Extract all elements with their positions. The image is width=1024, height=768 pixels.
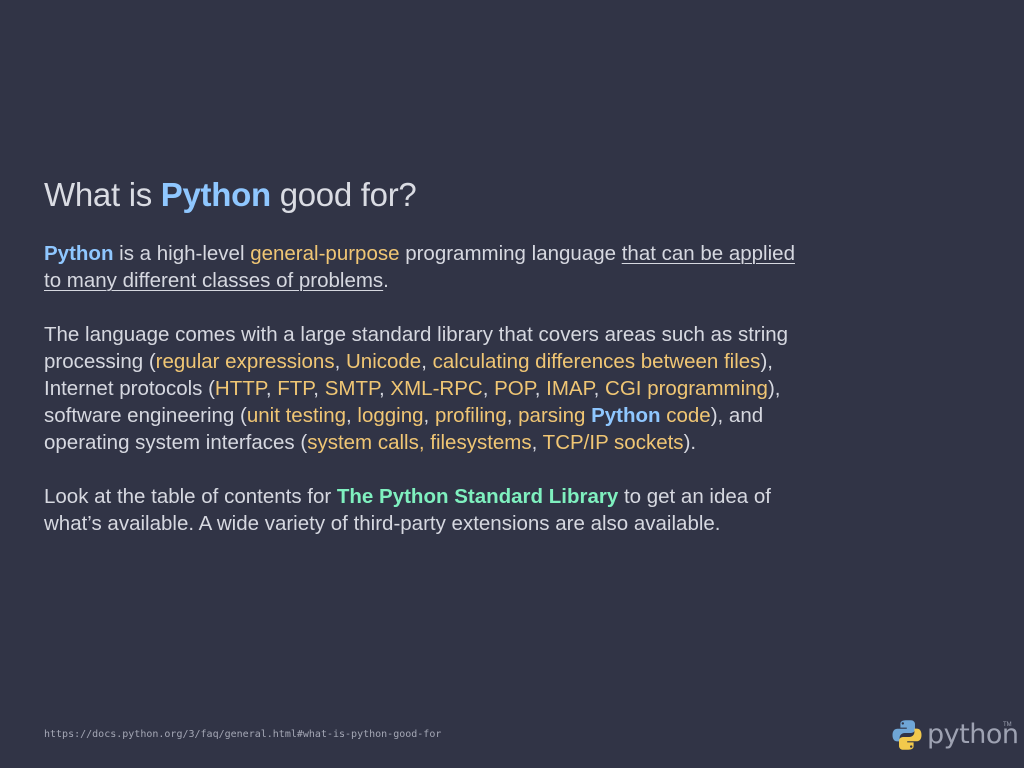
separator: , bbox=[531, 431, 543, 454]
standard-library-link[interactable]: The Python Standard Library bbox=[337, 485, 618, 508]
python-term: Python bbox=[591, 404, 661, 427]
library-line-1: Look at the table of contents for The Py… bbox=[44, 483, 844, 510]
filesystems-link[interactable]: filesystems bbox=[430, 431, 531, 454]
applied-problems-link[interactable]: that can be applied bbox=[622, 242, 795, 265]
smtp-link[interactable]: SMTP bbox=[325, 377, 379, 400]
difflib-link[interactable]: calculating differences between files bbox=[433, 350, 761, 373]
separator: , bbox=[379, 377, 391, 400]
separator: , bbox=[418, 431, 431, 454]
stdlib-line-3: Internet protocols (HTTP, FTP, SMTP, XML… bbox=[44, 375, 844, 402]
separator: , bbox=[265, 377, 278, 400]
separator: , bbox=[334, 350, 346, 373]
slide-title: What is Python good for? bbox=[44, 174, 417, 216]
stdlib-line-2: processing (regular expressions, Unicode… bbox=[44, 348, 844, 375]
intro-line-1: Python is a high-level general-purpose p… bbox=[44, 240, 844, 267]
paragraph-library: Look at the table of contents for The Py… bbox=[44, 483, 844, 537]
python-logo-icon bbox=[892, 720, 922, 750]
intro-line-2: to many different classes of problems. bbox=[44, 267, 844, 294]
stdlib-line-1: The language comes with a large standard… bbox=[44, 323, 789, 346]
parsing-code-link[interactable]: code bbox=[661, 404, 710, 427]
separator: ), bbox=[760, 350, 773, 373]
stdlib-text: operating system interfaces ( bbox=[44, 431, 308, 454]
stdlib-text: Internet protocols ( bbox=[44, 377, 215, 400]
source-url[interactable]: https://docs.python.org/3/faq/general.ht… bbox=[44, 729, 441, 740]
separator: , bbox=[421, 350, 433, 373]
general-purpose-link[interactable]: general-purpose bbox=[250, 242, 399, 265]
separator: , bbox=[313, 377, 325, 400]
unicode-link[interactable]: Unicode bbox=[346, 350, 421, 373]
stdlib-text: software engineering ( bbox=[44, 404, 247, 427]
trademark-mark: TM bbox=[1003, 722, 1012, 728]
tcp-ip-sockets-link[interactable]: TCP/IP sockets bbox=[543, 431, 684, 454]
ftp-link[interactable]: FTP bbox=[277, 377, 313, 400]
system-calls-link[interactable]: system calls bbox=[307, 431, 419, 454]
http-link[interactable]: HTTP bbox=[215, 377, 266, 400]
separator: ), bbox=[767, 377, 781, 400]
intro-text: is a high-level bbox=[113, 242, 251, 265]
xml-rpc-link[interactable]: XML-RPC bbox=[390, 377, 482, 400]
separator: , bbox=[534, 377, 547, 400]
separator: ). bbox=[683, 431, 697, 454]
stdlib-text: ), and bbox=[710, 404, 764, 427]
separator: , bbox=[593, 377, 606, 400]
separator: , bbox=[506, 404, 519, 427]
stdlib-line-4: software engineering (unit testing, logg… bbox=[44, 402, 844, 429]
profiling-link[interactable]: profiling bbox=[435, 404, 507, 427]
title-text-before: What is bbox=[44, 176, 161, 213]
library-text: Look at the table of contents for bbox=[44, 485, 337, 508]
imap-link[interactable]: IMAP bbox=[546, 377, 593, 400]
pop-link[interactable]: POP bbox=[494, 377, 535, 400]
paragraph-stdlib: The language comes with a large standard… bbox=[44, 321, 844, 456]
python-logo: python TM bbox=[890, 718, 1019, 754]
python-term: Python bbox=[44, 242, 114, 265]
cgi-programming-link[interactable]: CGI programming bbox=[605, 377, 768, 400]
stdlib-text: processing ( bbox=[44, 350, 156, 373]
title-python-emphasis: Python bbox=[160, 176, 271, 213]
intro-text: . bbox=[383, 269, 389, 292]
library-text: to get an idea of bbox=[618, 485, 771, 508]
stdlib-line-5: operating system interfaces (system call… bbox=[44, 429, 844, 456]
title-text-after: good for? bbox=[270, 176, 417, 213]
unit-testing-link[interactable]: unit testing bbox=[247, 404, 346, 427]
applied-problems-link-continued[interactable]: to many different classes of problems bbox=[44, 269, 383, 292]
slide-content: Python is a high-level general-purpose p… bbox=[44, 240, 844, 537]
separator: , bbox=[423, 404, 435, 427]
intro-text: programming language bbox=[399, 242, 622, 265]
library-line-2: what’s available. A wide variety of thir… bbox=[44, 512, 721, 535]
parsing-link[interactable]: parsing bbox=[518, 404, 585, 427]
logging-link[interactable]: logging bbox=[357, 404, 423, 427]
separator: , bbox=[482, 377, 495, 400]
paragraph-intro: Python is a high-level general-purpose p… bbox=[44, 240, 844, 294]
separator: , bbox=[346, 404, 358, 427]
regular-expressions-link[interactable]: regular expressions bbox=[156, 350, 335, 373]
